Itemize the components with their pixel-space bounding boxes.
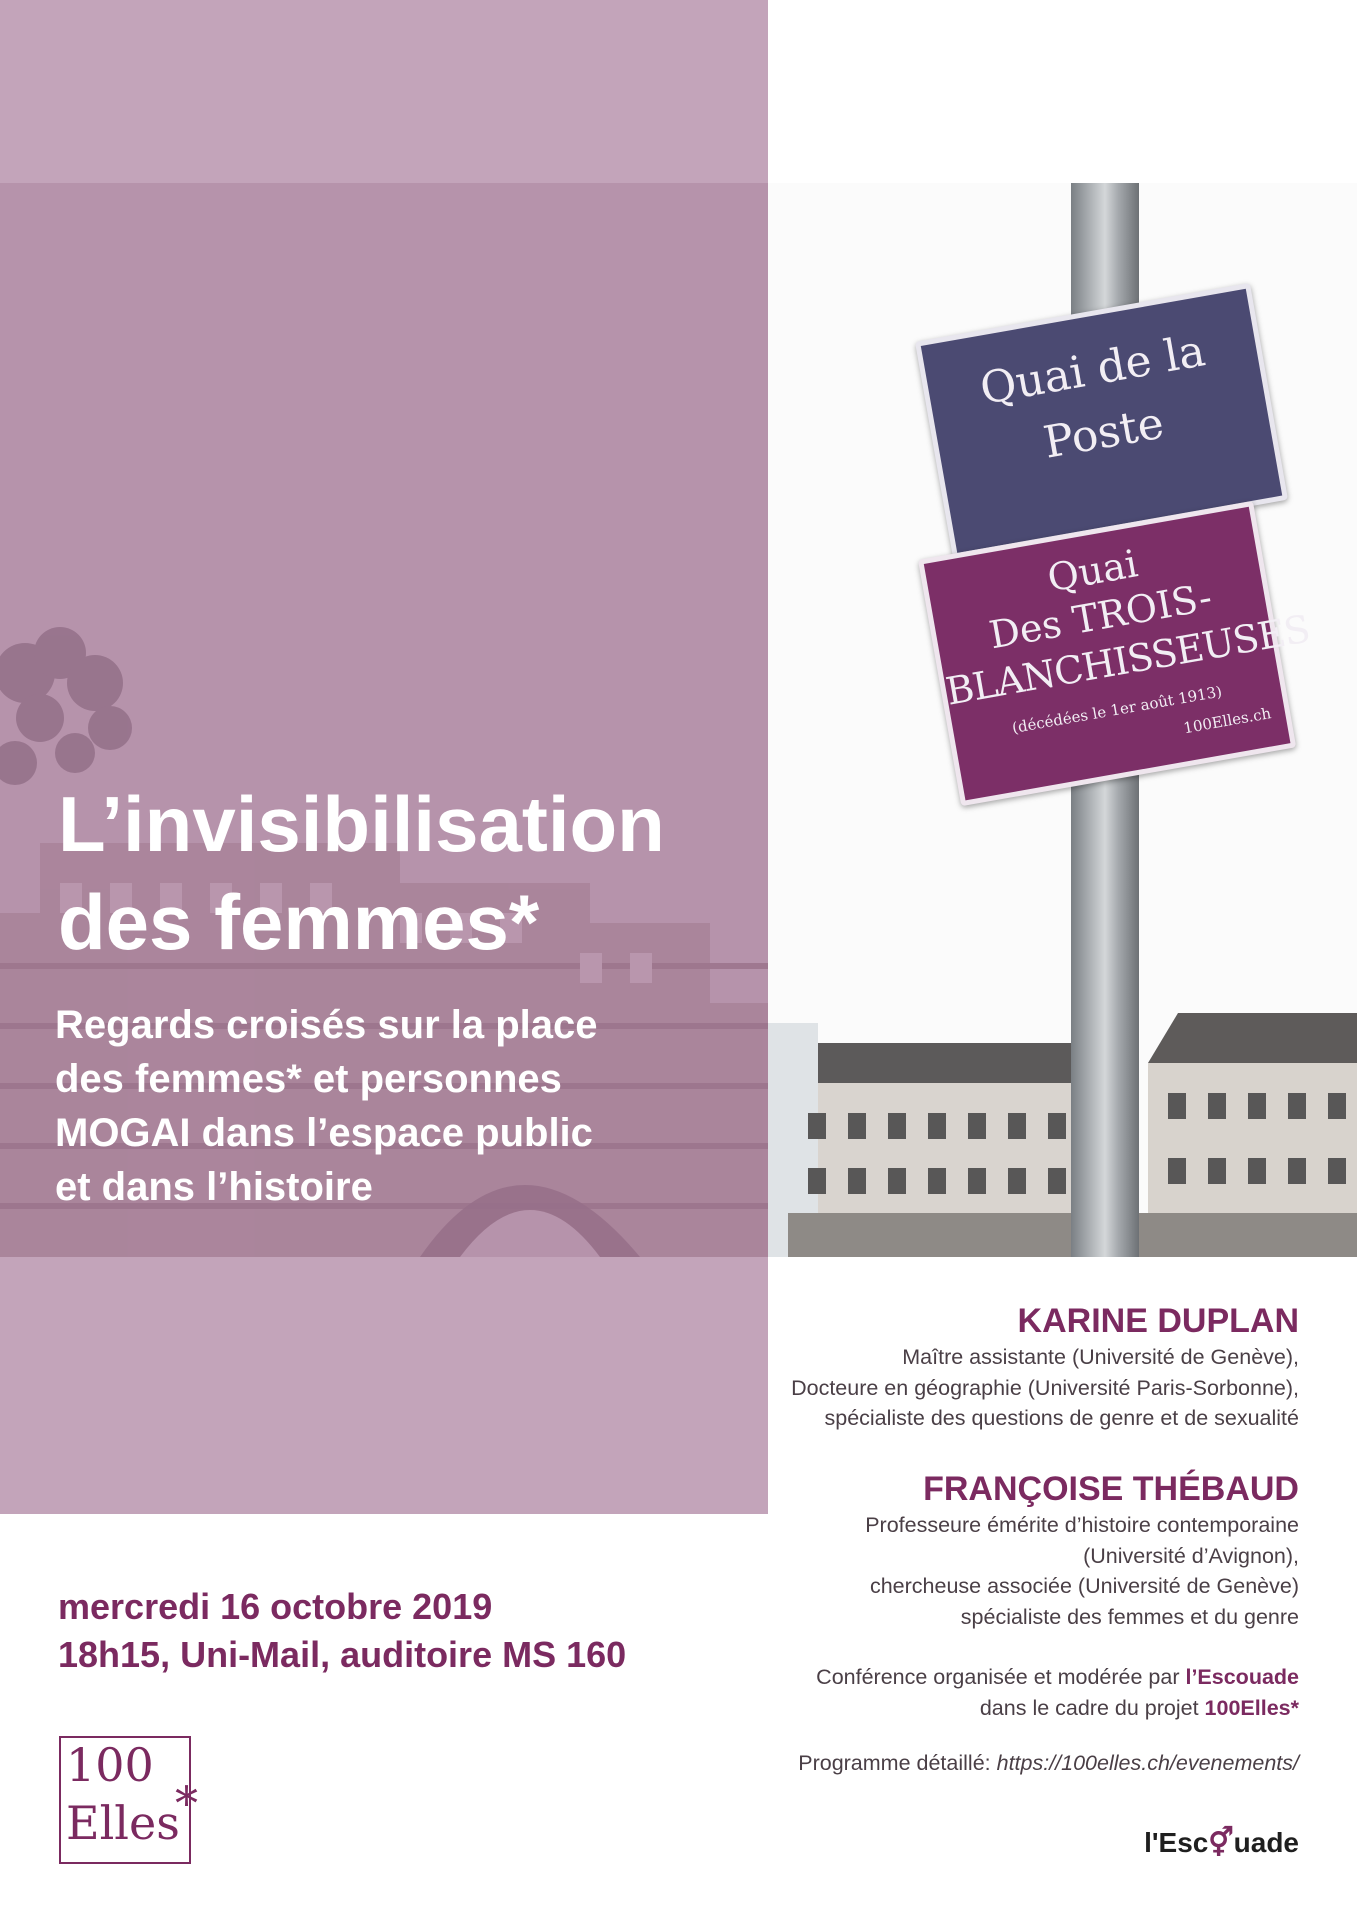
event-date-block: mercredi 16 octobre 2019 18h15, Uni-Mail… xyxy=(58,1583,626,1679)
speaker-bio-1: Maître assistante (Université de Genève)… xyxy=(791,1342,1299,1434)
event-date: mercredi 16 octobre 2019 xyxy=(58,1586,493,1627)
speaker-2-bio-line: chercheuse associée (Université de Genèv… xyxy=(869,1574,1299,1598)
logo-star: * xyxy=(175,1776,198,1830)
escouade-logo: l'Esc⚥uade xyxy=(1144,1826,1299,1859)
organizer-line2-prefix: dans le cadre du projet xyxy=(979,1695,1205,1720)
page-title: L’invisibilisation des femmes* xyxy=(58,775,665,971)
speaker-1-bio-line: Docteure en géographie (Université Paris… xyxy=(791,1375,1299,1400)
program-link[interactable]: https://100elles.ch/evenements/ xyxy=(997,1751,1299,1775)
page-subtitle: Regards croisés sur la place des femmes*… xyxy=(55,998,755,1214)
speaker-area-band xyxy=(0,1257,768,1514)
title-line2: des femmes* xyxy=(58,878,540,966)
speaker-1-bio-line: spécialiste des questions de genre et de… xyxy=(824,1406,1299,1430)
event-time-place: 18h15, Uni-Mail, auditoire MS 160 xyxy=(58,1634,627,1675)
100elles-logo: 100 Elles xyxy=(59,1736,191,1864)
gender-symbol-icon: ⚥ xyxy=(1208,1827,1234,1858)
speaker-2-bio-line: Professeure émérite d’histoire contempor… xyxy=(865,1513,1299,1537)
project-name: 100Elles* xyxy=(1204,1695,1299,1720)
top-color-band xyxy=(0,0,768,183)
organizer-prefix: Conférence organisée et modérée par xyxy=(816,1665,1186,1689)
escouade-part2: uade xyxy=(1233,1827,1299,1858)
title-line1: L’invisibilisation xyxy=(58,780,665,868)
logo-elles: Elles xyxy=(66,1796,180,1850)
speaker-name-2: FRANÇOISE THÉBAUD xyxy=(923,1470,1299,1508)
speaker-2-bio-line: (Université d’Avignon), xyxy=(1083,1543,1299,1568)
program-line: Programme détaillé: https://100elles.ch/… xyxy=(798,1751,1299,1776)
subtitle-line4: et dans l’histoire xyxy=(55,1165,373,1209)
speaker-bio-2: Professeure émérite d’histoire contempor… xyxy=(865,1510,1299,1632)
organizer-note: Conférence organisée et modérée par l’Es… xyxy=(816,1662,1299,1723)
speaker-name-1: KARINE DUPLAN xyxy=(1017,1302,1299,1340)
subtitle-line2: des femmes* et personnes xyxy=(55,1057,562,1101)
organizer-name: l’Escouade xyxy=(1185,1665,1299,1689)
subtitle-line3: MOGAI dans l’espace public xyxy=(55,1111,593,1155)
program-label: Programme détaillé: xyxy=(798,1751,997,1775)
escouade-part1: l'Esc xyxy=(1144,1827,1209,1858)
subtitle-line1: Regards croisés sur la place xyxy=(55,1003,598,1047)
speaker-2-bio-line: spécialiste des femmes et du genre xyxy=(960,1604,1299,1629)
speaker-1-bio-line: Maître assistante (Université de Genève)… xyxy=(902,1345,1299,1369)
logo-100: 100 xyxy=(66,1738,154,1792)
